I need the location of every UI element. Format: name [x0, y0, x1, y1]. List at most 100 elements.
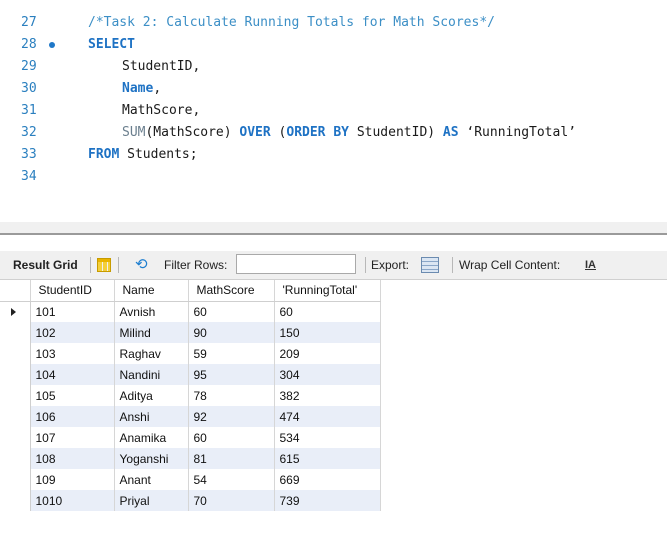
table-row[interactable]: 103 Raghav 59 209: [0, 343, 381, 364]
code-line[interactable]: 27 /*Task 2: Calculate Running Totals for…: [0, 12, 667, 34]
cell-name[interactable]: Yoganshi: [114, 448, 189, 469]
cell-runningtotal[interactable]: 209: [274, 343, 381, 364]
cell-studentid[interactable]: 1010: [30, 490, 115, 511]
statement-marker-icon[interactable]: [49, 42, 55, 48]
cell-runningtotal[interactable]: 150: [274, 322, 381, 343]
grid-icon[interactable]: [97, 258, 111, 272]
table-row[interactable]: 108 Yoganshi 81 615: [0, 448, 381, 469]
cell-name[interactable]: Anamika: [114, 427, 189, 448]
toolbar-separator: [452, 257, 453, 273]
row-header[interactable]: [0, 322, 31, 343]
cell-runningtotal[interactable]: 474: [274, 406, 381, 427]
column-header-mathscore[interactable]: MathScore: [188, 280, 275, 302]
code-line[interactable]: 30 Name,: [0, 78, 667, 100]
code-text: MathScore,: [88, 100, 200, 122]
code-token: StudentID,: [122, 59, 201, 74]
toolbar-separator: [90, 257, 91, 273]
row-header[interactable]: [0, 427, 31, 448]
table-row[interactable]: 1010 Priyal 70 739: [0, 490, 381, 511]
table-row[interactable]: 107 Anamika 60 534: [0, 427, 381, 448]
cell-mathscore[interactable]: 92: [188, 406, 275, 427]
cell-name[interactable]: Anshi: [114, 406, 189, 427]
row-header[interactable]: [0, 385, 31, 406]
cell-runningtotal[interactable]: 669: [274, 469, 381, 490]
cell-runningtotal[interactable]: 60: [274, 301, 381, 322]
code-line[interactable]: 33 FROM Students;: [0, 144, 667, 166]
table-row[interactable]: 104 Nandini 95 304: [0, 364, 381, 385]
code-line[interactable]: 32 SUM(MathScore) OVER (ORDER BY StudentI…: [0, 122, 667, 144]
export-label: Export:: [371, 258, 410, 272]
cell-name[interactable]: Raghav: [114, 343, 189, 364]
cell-name[interactable]: Avnish: [114, 301, 189, 322]
cell-studentid[interactable]: 101: [30, 301, 115, 322]
row-header[interactable]: [0, 364, 31, 385]
row-header[interactable]: [0, 301, 31, 322]
cell-studentid[interactable]: 109: [30, 469, 115, 490]
cell-studentid[interactable]: 105: [30, 385, 115, 406]
cell-studentid[interactable]: 107: [30, 427, 115, 448]
line-number: 31: [21, 103, 37, 118]
code-token: (: [270, 125, 287, 140]
cell-name[interactable]: Nandini: [114, 364, 189, 385]
column-header-name[interactable]: Name: [114, 280, 189, 302]
cell-mathscore[interactable]: 59: [188, 343, 275, 364]
cell-runningtotal[interactable]: 304: [274, 364, 381, 385]
table-row[interactable]: 106 Anshi 92 474: [0, 406, 381, 427]
result-grid[interactable]: StudentID Name MathScore 'RunningTotal' …: [0, 280, 381, 511]
table-row[interactable]: 101 Avnish 60 60: [0, 301, 381, 322]
code-line[interactable]: 31 MathScore,: [0, 100, 667, 122]
cell-runningtotal[interactable]: 382: [274, 385, 381, 406]
table-row[interactable]: 109 Anant 54 669: [0, 469, 381, 490]
code-token: ORDER BY: [286, 125, 349, 140]
cell-runningtotal[interactable]: 739: [274, 490, 381, 511]
filter-rows-input[interactable]: [236, 254, 356, 274]
cell-mathscore[interactable]: 60: [188, 427, 275, 448]
row-header[interactable]: [0, 448, 31, 469]
column-header-studentid[interactable]: StudentID: [30, 280, 115, 302]
cell-mathscore[interactable]: 70: [188, 490, 275, 511]
row-header[interactable]: [0, 490, 31, 511]
code-line[interactable]: 29 StudentID,: [0, 56, 667, 78]
code-text: SUM(MathScore) OVER (ORDER BY StudentID)…: [88, 122, 576, 144]
line-number: 32: [21, 125, 37, 140]
cell-mathscore[interactable]: 60: [188, 301, 275, 322]
code-token: MathScore,: [122, 103, 201, 118]
table-row[interactable]: 105 Aditya 78 382: [0, 385, 381, 406]
cell-mathscore[interactable]: 95: [188, 364, 275, 385]
results-top-gap: [0, 235, 667, 251]
cell-name[interactable]: Milind: [114, 322, 189, 343]
code-text: Name,: [88, 78, 161, 100]
row-header[interactable]: [0, 343, 31, 364]
sql-editor[interactable]: 27 /*Task 2: Calculate Running Totals for…: [0, 0, 667, 222]
refresh-icon[interactable]: ⟲: [135, 256, 148, 274]
row-header[interactable]: [0, 469, 31, 490]
cell-studentid[interactable]: 104: [30, 364, 115, 385]
code-line[interactable]: 28 SELECT: [0, 34, 667, 56]
cell-mathscore[interactable]: 81: [188, 448, 275, 469]
line-number: 28: [21, 37, 37, 52]
cell-name[interactable]: Priyal: [114, 490, 189, 511]
cell-mathscore[interactable]: 90: [188, 322, 275, 343]
cell-studentid[interactable]: 106: [30, 406, 115, 427]
code-line[interactable]: 34: [0, 166, 667, 188]
cell-studentid[interactable]: 102: [30, 322, 115, 343]
cell-runningtotal[interactable]: 615: [274, 448, 381, 469]
code-token: (MathScore): [145, 125, 240, 140]
code-token: SUM: [122, 125, 146, 140]
code-token: Name: [122, 81, 154, 96]
wrap-text-icon[interactable]: IA: [585, 257, 596, 273]
line-number: 30: [21, 81, 37, 96]
cell-studentid[interactable]: 103: [30, 343, 115, 364]
cell-name[interactable]: Aditya: [114, 385, 189, 406]
export-icon[interactable]: [421, 257, 439, 273]
wrap-cell-content-label: Wrap Cell Content:: [459, 258, 561, 272]
cell-studentid[interactable]: 108: [30, 448, 115, 469]
cell-mathscore[interactable]: 54: [188, 469, 275, 490]
cell-name[interactable]: Anant: [114, 469, 189, 490]
cell-runningtotal[interactable]: 534: [274, 427, 381, 448]
row-header[interactable]: [0, 406, 31, 427]
table-row[interactable]: 102 Milind 90 150: [0, 322, 381, 343]
cell-mathscore[interactable]: 78: [188, 385, 275, 406]
column-header-runningtotal[interactable]: 'RunningTotal': [274, 280, 381, 302]
result-grid-tab[interactable]: Result Grid: [13, 251, 78, 279]
